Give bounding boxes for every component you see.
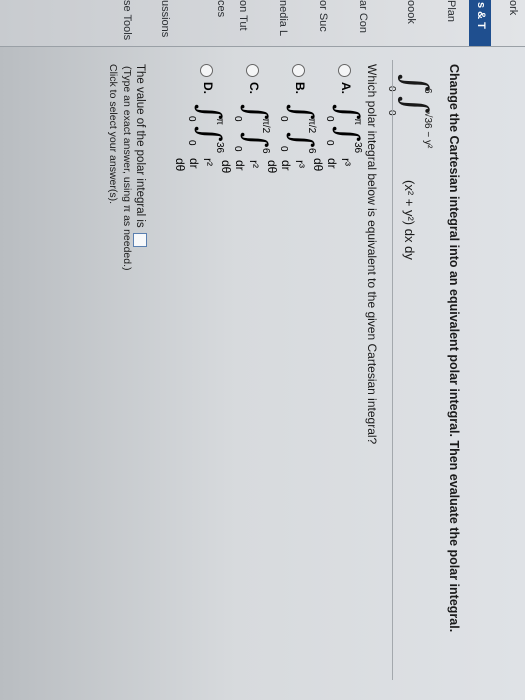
inner-upper: 36 [352,142,363,154]
radio-button[interactable] [200,64,213,77]
prompt-text: Which polar integral below is equivalent… [365,64,379,445]
divider [392,60,393,680]
option-letter: B. [293,82,307,94]
outer-upper: π/2 [260,118,271,134]
integrand: r² dr dθ [173,158,215,172]
sidebar-item-3[interactable]: oook [405,0,417,46]
sidebar-item-5[interactable]: or Suc [317,0,329,46]
option-letter: C. [247,82,261,94]
integral-sign: ∫ [284,132,319,148]
integral-sign: ∫ [238,132,273,148]
answer-line: The value of the polar integral is [133,64,147,247]
radio-button[interactable] [246,64,259,77]
outer-upper: π/2 [306,118,317,134]
sidebar: ork s & T Plan oook ar Con or Suc nedia … [0,0,525,47]
outer-upper: π [214,118,225,125]
sidebar-item-4[interactable]: ar Con [357,0,369,46]
sidebar-item-7[interactable]: on Tut [237,0,249,46]
main-content: Change the Cartesian integral into an eq… [0,50,525,700]
inner-upper: 6 [306,148,317,154]
sidebar-item-10[interactable]: se Tools [121,0,133,46]
option-a[interactable]: A. ∫ π 0 ∫ 36 0 r³ dr dθ [311,64,365,394]
integral-sign: ∫ [192,126,227,142]
option-letter: A. [339,82,353,94]
rotated-page: ork s & T Plan oook ar Con or Suc nedia … [0,0,525,700]
sidebar-item-6[interactable]: nedia L [277,0,289,46]
radio-button[interactable] [338,64,351,77]
inner-upper: 36 [214,142,225,154]
inner-lower: 0 [278,146,289,152]
inner-lower: 0 [232,146,243,152]
option-b[interactable]: B. ∫ π/2 0 ∫ 6 0 r³ dr dθ [265,64,319,394]
sidebar-item-2[interactable]: Plan [445,0,457,46]
answer-label: The value of the polar integral is [133,64,146,228]
integrand: (x² + y²) dx dy [402,180,417,260]
select-instructions: Click to select your answer(s). [107,64,119,205]
sidebar-item-active[interactable]: s & T [469,0,491,46]
inner-upper: 6 [260,148,271,154]
option-c[interactable]: C. ∫ π/2 0 ∫ 6 0 r² dr dθ [219,64,273,394]
outer-upper: 6 [422,88,433,94]
inner-lower: 0 [186,140,197,146]
question-text: Change the Cartesian integral into an eq… [447,64,461,633]
sidebar-item-label: s & T [475,2,487,29]
integral-sign: ∫ [330,126,365,142]
sidebar-item-8[interactable]: ces [215,0,227,46]
outer-lower: 0 [186,116,197,122]
answer-input[interactable] [133,232,147,247]
sidebar-item-0[interactable]: ork [507,0,519,46]
inner-lower: 0 [324,140,335,146]
option-d[interactable]: D. ∫ π 0 ∫ 36 0 r² dr dθ [173,64,227,394]
sidebar-item-9[interactable]: ussions [159,0,171,46]
outer-lower: 0 [232,116,243,122]
screen: ork s & T Plan oook ar Con or Suc nedia … [0,0,525,700]
option-letter: D. [201,82,215,94]
inner-upper: √36 − y² [422,112,433,149]
radio-button[interactable] [292,64,305,77]
outer-upper: π [352,118,363,125]
answer-hint: (Type an exact answer, using π as needed… [121,66,133,271]
outer-lower: 0 [278,116,289,122]
outer-lower: 0 [324,116,335,122]
